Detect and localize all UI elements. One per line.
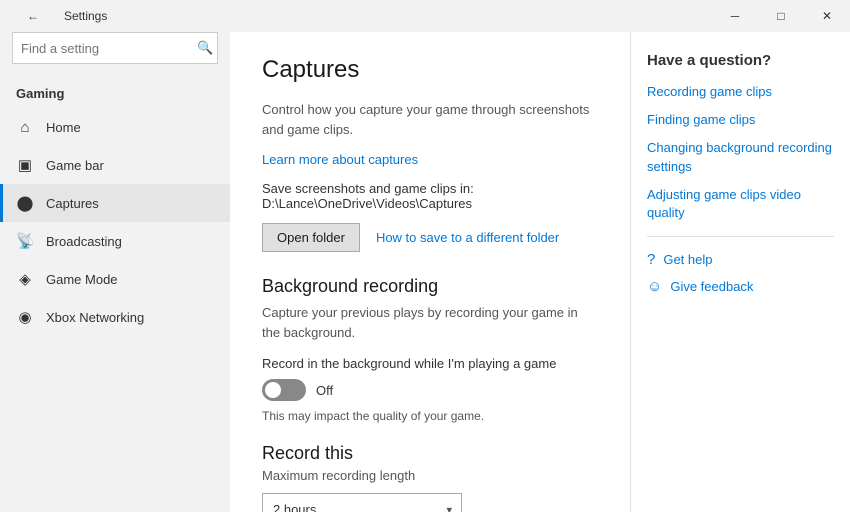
sidebar-item-broadcasting[interactable]: 📡 Broadcasting [0, 222, 230, 260]
game-mode-icon: ◈ [16, 270, 34, 288]
app-body: 🔍 Gaming ⌂ Home ▣ Game bar ⬤ Captures 📡 … [0, 32, 850, 512]
record-this-title: Record this [262, 443, 598, 464]
get-help-action[interactable]: ? Get help [647, 251, 834, 268]
main-content: Captures Control how you capture your ga… [230, 32, 630, 512]
sidebar-item-game-bar[interactable]: ▣ Game bar [0, 146, 230, 184]
toggle-description: Record in the background while I'm playi… [262, 356, 598, 371]
minimize-button[interactable]: ─ [712, 0, 758, 32]
open-folder-button[interactable]: Open folder [262, 223, 360, 252]
recording-length-dropdown-wrapper[interactable]: 30 minutes 1 hour 2 hours 4 hours ▾ [262, 493, 462, 512]
captures-description: Control how you capture your game throug… [262, 100, 598, 139]
help-link-background-settings[interactable]: Changing background recording settings [647, 139, 834, 175]
right-panel: Have a question? Recording game clips Fi… [630, 32, 850, 512]
sidebar-section-title: Gaming [0, 76, 230, 109]
toggle-row: Off [262, 379, 598, 401]
sidebar-item-game-mode[interactable]: ◈ Game Mode [0, 260, 230, 298]
maximize-button[interactable]: □ [758, 0, 804, 32]
record-sub-label: Maximum recording length [262, 468, 598, 483]
sidebar-item-label-broadcasting: Broadcasting [46, 234, 122, 249]
xbox-networking-icon: ◉ [16, 308, 34, 326]
give-feedback-label: Give feedback [670, 279, 753, 294]
sidebar-item-xbox-networking[interactable]: ◉ Xbox Networking [0, 298, 230, 336]
titlebar: ← Settings ─ □ ✕ [0, 0, 850, 32]
sidebar-item-label-game-mode: Game Mode [46, 272, 118, 287]
sidebar-item-label-game-bar: Game bar [46, 158, 104, 173]
save-path-label: Save screenshots and game clips in: D:\L… [262, 181, 598, 211]
home-icon: ⌂ [16, 119, 34, 136]
give-feedback-icon: ☺ [647, 278, 662, 295]
background-recording-toggle[interactable] [262, 379, 306, 401]
sidebar: 🔍 Gaming ⌂ Home ▣ Game bar ⬤ Captures 📡 … [0, 32, 230, 512]
impact-note: This may impact the quality of your game… [262, 409, 598, 423]
close-button[interactable]: ✕ [804, 0, 850, 32]
broadcasting-icon: 📡 [16, 232, 34, 250]
button-row: Open folder How to save to a different f… [262, 223, 598, 252]
background-recording-title: Background recording [262, 276, 598, 297]
get-help-label: Get help [663, 252, 712, 267]
give-feedback-action[interactable]: ☺ Give feedback [647, 278, 834, 295]
sidebar-item-label-home: Home [46, 120, 81, 135]
sidebar-item-label-captures: Captures [46, 196, 99, 211]
sidebar-item-captures[interactable]: ⬤ Captures [0, 184, 230, 222]
search-input[interactable] [21, 41, 197, 56]
save-to-folder-link[interactable]: How to save to a different folder [376, 230, 559, 245]
titlebar-title: Settings [64, 9, 107, 23]
toggle-state-label: Off [316, 383, 333, 398]
sidebar-item-label-xbox-networking: Xbox Networking [46, 310, 144, 325]
back-button[interactable]: ← [10, 0, 56, 32]
help-link-video-quality[interactable]: Adjusting game clips video quality [647, 186, 834, 222]
help-divider [647, 236, 834, 237]
captures-icon: ⬤ [16, 194, 34, 212]
learn-more-link[interactable]: Learn more about captures [262, 152, 418, 167]
page-title: Captures [262, 56, 598, 84]
help-link-finding-clips[interactable]: Finding game clips [647, 111, 834, 129]
titlebar-left: ← Settings [10, 0, 107, 32]
recording-length-dropdown[interactable]: 30 minutes 1 hour 2 hours 4 hours [262, 493, 462, 512]
game-bar-icon: ▣ [16, 156, 34, 174]
search-box[interactable]: 🔍 [12, 32, 218, 64]
titlebar-controls: ─ □ ✕ [712, 0, 850, 32]
sidebar-item-home[interactable]: ⌂ Home [0, 109, 230, 146]
help-link-recording-clips[interactable]: Recording game clips [647, 83, 834, 101]
search-icon: 🔍 [197, 40, 213, 56]
background-recording-desc: Capture your previous plays by recording… [262, 303, 598, 342]
help-title: Have a question? [647, 52, 834, 69]
get-help-icon: ? [647, 251, 655, 268]
